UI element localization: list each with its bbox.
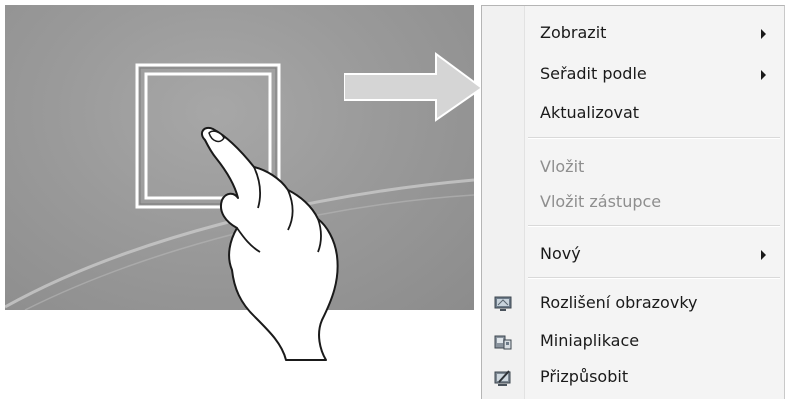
menu-item-label: Seřadit podle <box>540 64 647 83</box>
menu-item-miniaplikace[interactable]: Miniaplikace <box>482 327 784 357</box>
screen-resolution-icon <box>494 296 512 311</box>
menu-separator <box>528 225 780 227</box>
menu-item-label: Vložit <box>540 157 585 176</box>
menu-item-novy[interactable]: Nový <box>482 240 784 270</box>
menu-item-rozliseni-obrazovky[interactable]: Rozlišení obrazovky <box>482 289 784 319</box>
menu-item-vlozit-zastupce: Vložit zástupce <box>482 188 784 218</box>
submenu-arrow-icon <box>761 29 766 39</box>
desktop-context-menu: Zobrazit Seřadit podle Aktualizovat Vlož… <box>481 5 785 399</box>
personalize-icon <box>494 370 511 386</box>
menu-item-prizpusobit[interactable]: Přizpůsobit <box>482 363 784 393</box>
menu-separator <box>528 277 780 279</box>
menu-item-label: Miniaplikace <box>540 331 640 350</box>
menu-item-vlozit: Vložit <box>482 153 784 183</box>
submenu-arrow-icon <box>761 250 766 260</box>
menu-item-label: Přizpůsobit <box>540 367 629 386</box>
arrow-right-icon <box>344 52 484 122</box>
menu-item-seradit-podle[interactable]: Seřadit podle <box>482 60 784 90</box>
submenu-arrow-icon <box>761 70 766 80</box>
menu-item-aktualizovat[interactable]: Aktualizovat <box>482 99 784 129</box>
menu-item-label: Nový <box>540 244 581 263</box>
menu-separator <box>528 137 780 139</box>
menu-item-label: Vložit zástupce <box>540 192 662 211</box>
menu-item-label: Rozlišení obrazovky <box>540 293 698 312</box>
menu-item-label: Aktualizovat <box>540 103 640 122</box>
gadgets-icon <box>494 335 512 350</box>
instruction-figure: Zobrazit Seřadit podle Aktualizovat Vlož… <box>0 0 787 399</box>
menu-item-label: Zobrazit <box>540 23 607 42</box>
menu-item-zobrazit[interactable]: Zobrazit <box>482 19 784 49</box>
